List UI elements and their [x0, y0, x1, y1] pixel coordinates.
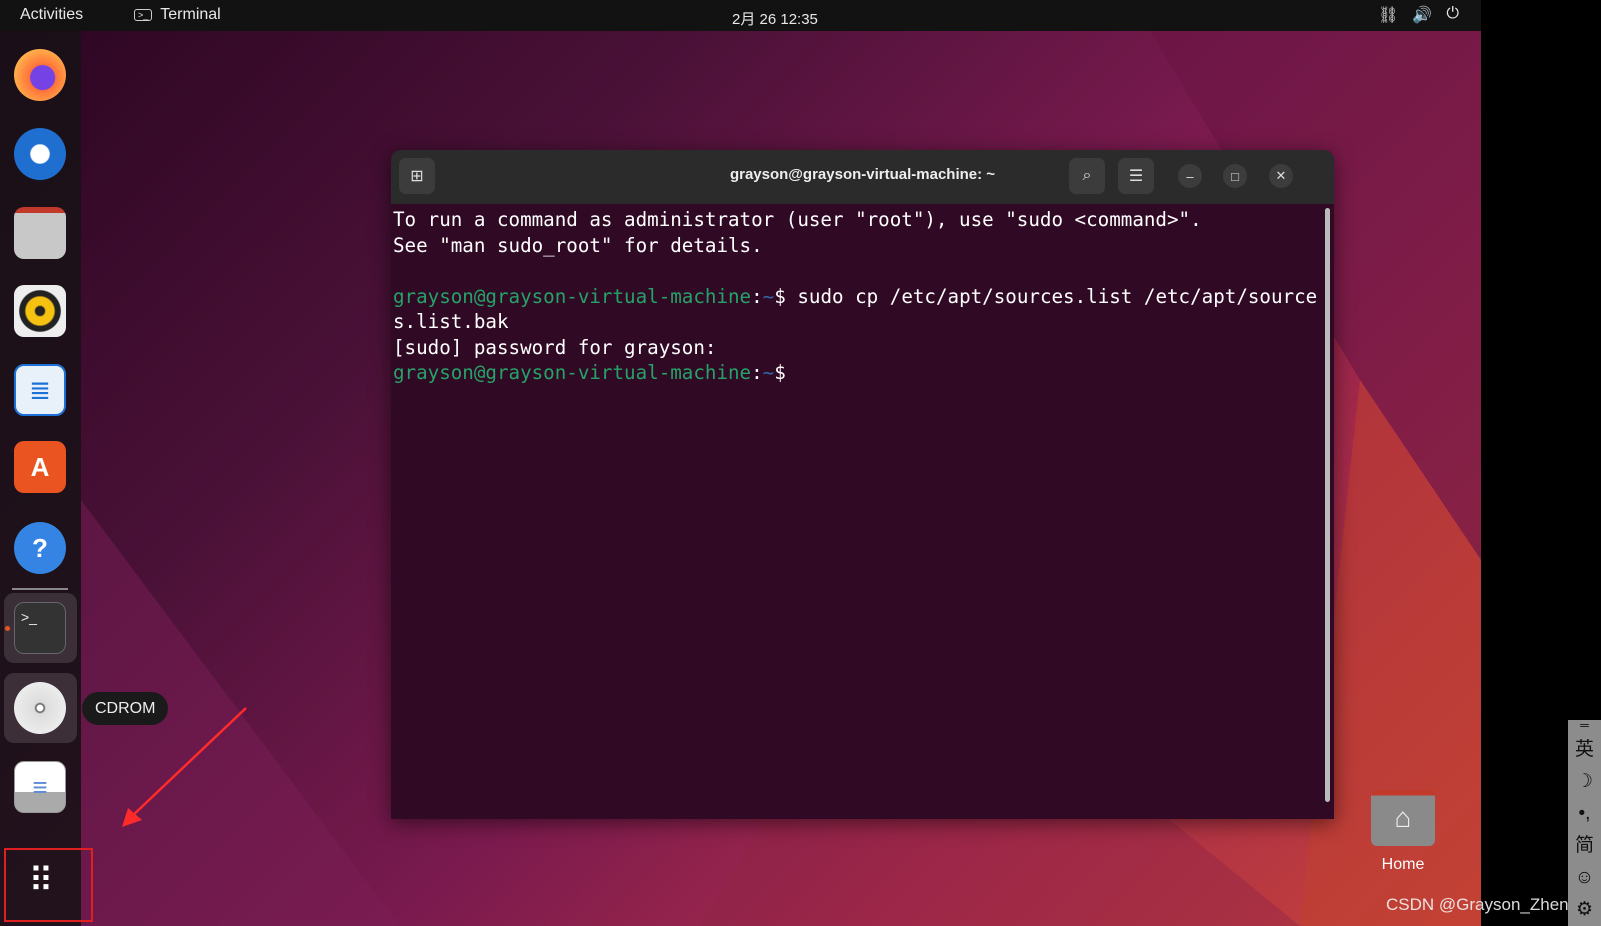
top-bar: Activities >_ Terminal 2月 26 12:35 ⛓ 🔊 ⏻: [0, 0, 1481, 31]
prompt-path: ~: [762, 284, 775, 308]
output-line: To run a command as administrator (user …: [393, 208, 1202, 231]
search-button[interactable]: ⌕: [1069, 158, 1105, 194]
prompt-path: ~: [762, 361, 775, 384]
thunderbird-icon[interactable]: [14, 128, 66, 180]
running-indicator: [5, 626, 10, 631]
dock-separator: [12, 588, 68, 590]
sudo-prompt: [sudo] password for grayson:: [393, 335, 717, 359]
terminal-icon: >_: [134, 9, 153, 21]
search-icon: ⌕: [1082, 167, 1092, 184]
terminal-icon[interactable]: >_: [14, 602, 66, 654]
maximize-button[interactable]: □: [1223, 164, 1247, 188]
ime-moon-icon[interactable]: ☽: [1568, 766, 1601, 798]
prompt-dollar: $: [774, 284, 786, 308]
scrollbar[interactable]: [1325, 208, 1330, 802]
rhythmbox-icon[interactable]: [14, 285, 66, 337]
system-tray[interactable]: ⛓ 🔊 ⏻: [1378, 5, 1459, 25]
home-folder[interactable]: ⌂ Home: [1368, 790, 1438, 874]
firefox-icon[interactable]: [14, 49, 66, 101]
command: sudo cp /etc/apt/sources.list /etc/apt/s…: [785, 284, 1318, 308]
prompt-user: grayson@grayson-virtual-machine: [393, 284, 752, 308]
ime-drag-handle[interactable]: ═: [1568, 719, 1601, 734]
prompt-colon: :: [751, 284, 763, 308]
terminal-output[interactable]: To run a command as administrator (user …: [391, 204, 1334, 386]
prompt-dollar: $: [774, 361, 786, 384]
home-folder-icon: ⌂: [1371, 790, 1435, 846]
watermark: CSDN @Grayson_Zheng: [1386, 895, 1579, 914]
minimize-button[interactable]: –: [1178, 164, 1202, 188]
terminal-titlebar[interactable]: ⊞ grayson@grayson-virtual-machine: ~ ⌕ ☰…: [391, 150, 1334, 204]
writer-icon[interactable]: ≣: [14, 364, 66, 416]
files-icon[interactable]: [14, 207, 66, 259]
hamburger-icon: ☰: [1128, 168, 1144, 185]
terminal-window[interactable]: ⊞ grayson@grayson-virtual-machine: ~ ⌕ ☰…: [391, 150, 1334, 819]
menu-button[interactable]: ☰: [1118, 158, 1154, 194]
ime-emoji-icon[interactable]: ☺: [1568, 862, 1601, 894]
help-icon[interactable]: ?: [14, 522, 66, 574]
home-label: Home: [1381, 856, 1425, 873]
ime-language-toggle[interactable]: 英: [1568, 734, 1601, 766]
prompt-user: grayson@grayson-virtual-machine: [393, 361, 752, 384]
ime-punctuation-toggle[interactable]: •,: [1568, 798, 1601, 830]
command-wrap: s.list.bak: [393, 310, 509, 333]
cdrom-icon[interactable]: [14, 682, 66, 734]
volume-icon: 🔊: [1412, 7, 1433, 24]
floppy-icon[interactable]: ≡: [14, 761, 66, 813]
power-icon: ⏻: [1446, 5, 1459, 22]
app-menu[interactable]: >_ Terminal: [134, 6, 221, 24]
app-center-icon[interactable]: A: [14, 441, 66, 493]
app-name: Terminal: [160, 6, 221, 23]
prompt-colon: :: [751, 361, 763, 384]
output-line: See "man sudo_root" for details.: [393, 233, 763, 257]
ime-simplified-toggle[interactable]: 简: [1568, 830, 1601, 862]
ime-toolbar: ═ 英 ☽ •, 简 ☺ ⚙: [1568, 719, 1601, 926]
annotation-box: [4, 848, 93, 922]
network-icon: ⛓: [1378, 7, 1399, 24]
clock[interactable]: 2月 26 12:35: [732, 8, 818, 29]
dock: ≣ A ? >_ ≡ ⠿: [0, 31, 81, 926]
close-button[interactable]: ✕: [1269, 164, 1293, 188]
ime-settings-icon[interactable]: ⚙: [1568, 894, 1601, 926]
activities-button[interactable]: Activities: [20, 6, 83, 24]
dock-tooltip: CDROM: [82, 692, 169, 725]
